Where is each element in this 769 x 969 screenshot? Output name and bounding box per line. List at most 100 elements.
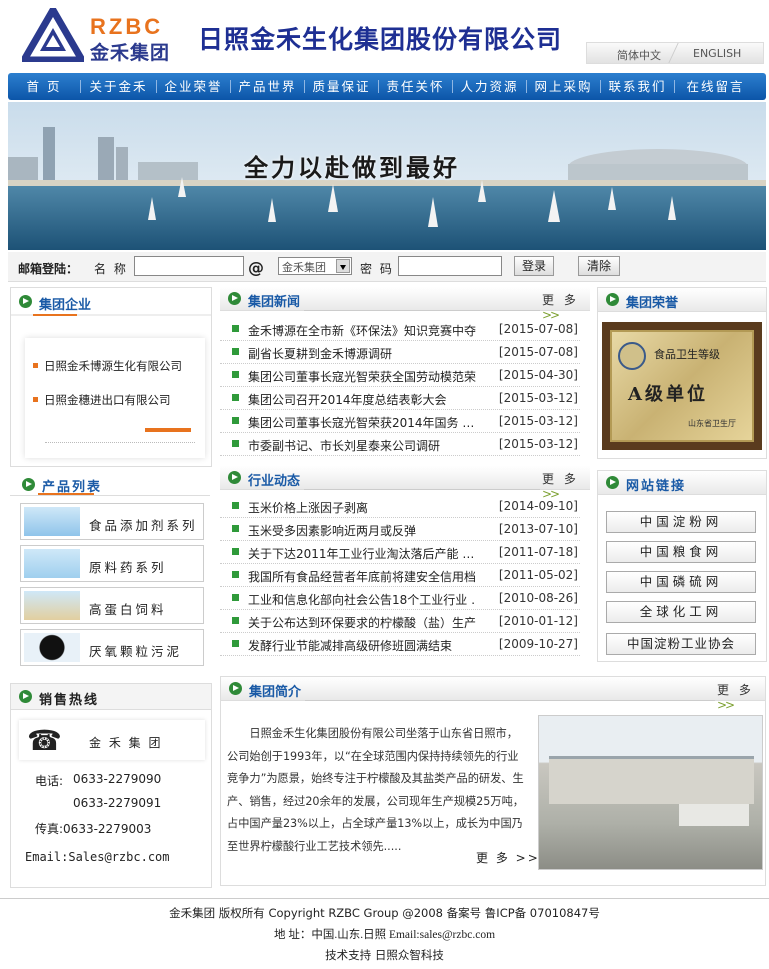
square-bullet-icon [33,363,38,368]
logo-text-cn: 金禾集团 [90,42,171,64]
password-input[interactable] [398,256,502,276]
news-panel-title: 集团新闻 [248,295,301,310]
lang-english-link[interactable]: ENGLISH [693,47,741,60]
news-item[interactable]: 集团公司董事长寇光智荣获2014年国务 … [2015-03-12] [220,410,580,433]
sign-board [679,804,749,826]
domain-select[interactable]: 金禾集团 [278,257,352,275]
tel-label: 电话: [35,774,64,788]
login-button[interactable]: 登录 [514,256,554,276]
arrow-right-icon [19,295,32,308]
honor-panel: 集团荣誉 食品卫生等级 A级单位 山东省卫生厅 [597,287,767,459]
link-starch-net[interactable]: 中国淀粉网 [606,511,756,533]
banner-image: 全力以赴做到最好 [8,102,766,250]
arrow-right-icon [228,292,241,305]
news-item[interactable]: 副省长夏耕到金禾博源调研 [2015-07-08] [220,341,580,364]
nav-quality[interactable]: 质量保证 [305,80,379,93]
company-name: 日照金禾生化集团股份有限公司 [198,25,563,54]
product-name: 食品添加剂系列 [89,518,198,533]
link-grain-net[interactable]: 中国粮食网 [606,541,756,563]
clear-button[interactable]: 清除 [578,256,620,276]
industry-item[interactable]: 发酵行业节能减排高级研修班圆满结束 [2009-10-27] [220,633,580,656]
arrow-right-icon [22,478,35,491]
divider [304,489,540,490]
industry-title: 关于公布达到环保要求的柠檬酸（盐）生产 … [248,616,476,630]
footer-tech-support[interactable]: 技术支持 日照众智科技 [0,947,769,963]
news-title: 副省长夏耕到金禾博源调研 [248,347,393,361]
nav-products[interactable]: 产品世界 [231,80,305,93]
news-item[interactable]: 市委副书记、市长刘星泰来公司调研 [2015-03-12] [220,433,580,456]
group-panel-title: 集团企业 [39,298,92,313]
group-item[interactable]: 日照金禾博源生化有限公司 [33,358,182,374]
news-title: 集团公司董事长寇光智荣获全国劳动模范荣 … [248,370,476,384]
square-bullet-icon [232,371,239,378]
divider [10,495,210,496]
nav-about[interactable]: 关于金禾 [81,80,157,93]
news-date: [2015-03-12] [498,391,578,405]
logo-icon[interactable] [17,3,89,64]
industry-panel-title: 行业动态 [248,474,301,489]
tel-1: 0633-2279090 [73,772,162,786]
product-card[interactable]: 厌氧颗粒污泥 [20,629,204,666]
group-item-label: 日照金禾博源生化有限公司 [44,359,182,373]
nav-home[interactable]: 首 页 [8,80,81,93]
nav-purchase[interactable]: 网上采购 [527,80,601,93]
group-item[interactable]: 日照金穗进出口有限公司 [33,392,171,408]
intro-panel: 集团简介 更 多>> 日照金禾生化集团股份有限公司坐落于山东省日照市，公司始创于… [220,676,766,886]
honor-panel-header: 集团荣誉 [598,288,766,312]
product-thumbnail [24,633,80,662]
username-label: 名 称 [94,262,128,276]
square-bullet-icon [232,440,239,447]
industry-item[interactable]: 玉米受多因素影响近两月或反弹 [2013-07-10] [220,518,580,541]
hotline-panel: 销售热线 ☎ 金 禾 集 团 电话: 0633-2279090 0633-227… [10,683,212,888]
email-login-label: 邮箱登陆： [18,262,79,276]
tel-2: 0633-2279091 [73,796,162,810]
hotline-email[interactable]: Email:Sales@rzbc.com [25,850,170,864]
footer-address: 地 址：中国.山东.日照 Email:sales@rzbc.com [273,929,496,941]
domain-select-value: 金禾集团 [282,261,326,274]
square-bullet-icon [232,594,239,601]
product-card[interactable]: 食品添加剂系列 [20,503,204,540]
news-date: [2015-03-12] [498,414,578,428]
news-item[interactable]: 集团公司董事长寇光智荣获全国劳动模范荣 … [2015-04-30] [220,364,580,387]
news-item[interactable]: 集团公司召开2014年度总结表彰大会 [2015-03-12] [220,387,580,410]
industry-item[interactable]: 工业和信息化部向社会公告18个工业行业 … [2010-08-26] [220,587,580,610]
honor-panel-title: 集团荣誉 [626,296,679,311]
decor-bar [145,428,191,432]
link-starch-association[interactable]: 中国淀粉工业协会 [606,633,756,655]
nav-hr[interactable]: 人力资源 [453,80,527,93]
industry-item[interactable]: 玉米价格上涨因子剥离 [2014-09-10] [220,495,580,518]
hotline-panel-header: 销售热线 [11,684,211,710]
square-bullet-icon [232,348,239,355]
hotline-card: ☎ 金 禾 集 团 [19,720,205,760]
product-card[interactable]: 高蛋白饲料 [20,587,204,624]
news-item[interactable]: 金禾博源在全市新《环保法》知识竞赛中夺 … [2015-07-08] [220,318,580,341]
news-panel-header: 集团新闻 更 多>> [220,287,590,322]
email-login-bar: 邮箱登陆： 名 称 @ 金禾集团 密 码 登录 清除 [8,252,766,282]
nav-message[interactable]: 在线留言 [675,80,756,93]
industry-date: [2010-01-12] [498,614,578,628]
product-card[interactable]: 原料药系列 [20,545,204,582]
group-panel-header: 集团企业 [11,288,211,316]
username-input[interactable] [134,256,244,276]
product-thumbnail [24,549,80,578]
intro-panel-title: 集团简介 [249,685,302,700]
industry-item[interactable]: 关于下达2011年工业行业淘汰落后产能 … [2011-07-18] [220,541,580,564]
industry-item[interactable]: 我国所有食品经营者年底前将建安全信用档 … [2011-05-02] [220,564,580,587]
divider [45,442,195,443]
industry-title: 工业和信息化部向社会公告18个工业行业 … [248,593,476,607]
link-chemical-net[interactable]: 全球化工网 [606,601,756,623]
link-phosphorus-sulfur-net[interactable]: 中国磷硫网 [606,571,756,593]
news-date: [2015-07-08] [498,322,578,336]
arrow-right-icon [19,690,32,703]
lang-chinese-link[interactable]: 简体中文 [617,47,661,63]
intro-more-link[interactable]: 更 多>> [717,681,765,712]
nav-responsibility[interactable]: 责任关怀 [379,80,453,93]
nav-contact[interactable]: 联系我们 [601,80,675,93]
nav-honor[interactable]: 企业荣誉 [157,80,231,93]
industry-item[interactable]: 关于公布达到环保要求的柠檬酸（盐）生产 … [2010-01-12] [220,610,580,633]
product-name: 厌氧颗粒污泥 [89,644,183,659]
news-title: 市委副书记、市长刘星泰来公司调研 [248,439,441,453]
divider [304,310,540,311]
industry-title: 发酵行业节能减排高级研修班圆满结束 [248,639,453,653]
square-bullet-icon [232,548,239,555]
